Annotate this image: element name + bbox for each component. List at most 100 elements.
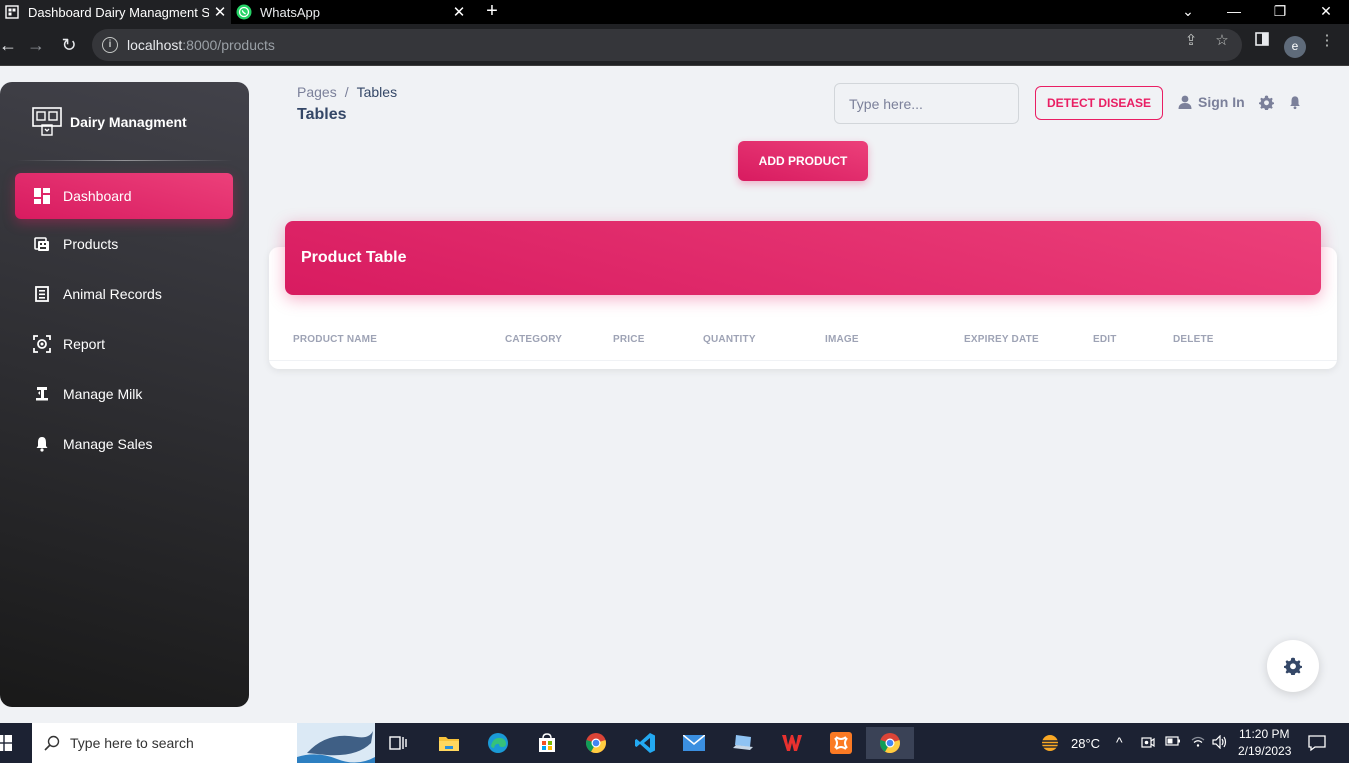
clock-time[interactable]: 11:20 PM — [1239, 727, 1289, 741]
breadcrumb-root[interactable]: Pages — [297, 84, 337, 100]
windows-taskbar: Type here to search 28°C ^ 11:20 PM 2/19… — [0, 723, 1349, 763]
chevron-up-icon[interactable]: ^ — [1116, 734, 1123, 750]
dashboard-icon — [31, 185, 53, 207]
notification-center-icon[interactable] — [1308, 734, 1326, 755]
windows-start-icon[interactable] — [0, 727, 20, 759]
column-header-image: IMAGE — [825, 334, 859, 345]
clock-date[interactable]: 2/19/2023 — [1238, 744, 1291, 758]
restore-icon[interactable]: ❐ — [1257, 0, 1303, 24]
window-close-icon[interactable]: ✕ — [1303, 0, 1349, 24]
column-header-product-name: PRODUCT NAME — [293, 334, 378, 345]
bell-icon — [31, 433, 53, 455]
settings-gear-icon — [1284, 657, 1302, 675]
chrome-icon[interactable] — [576, 727, 616, 759]
laptop-app-icon[interactable] — [723, 727, 763, 759]
product-table-title: Product Table — [301, 249, 407, 266]
xampp-icon[interactable] — [821, 727, 861, 759]
mail-icon[interactable] — [674, 727, 714, 759]
sidebar-item-products[interactable]: Products — [15, 221, 233, 267]
task-view-icon[interactable] — [378, 727, 418, 759]
weather-sun-icon[interactable] — [1030, 727, 1070, 759]
notifications-bell-icon[interactable] — [1287, 94, 1303, 110]
wps-office-icon[interactable] — [772, 727, 812, 759]
sidebar-item-label: Dashboard — [63, 188, 132, 204]
profile-avatar[interactable]: e — [1284, 36, 1306, 58]
sidebar-item-manage-milk[interactable]: Manage Milk — [15, 371, 233, 417]
search-icon — [44, 735, 60, 751]
whale-search-highlight-icon — [297, 723, 375, 763]
sidebar-item-manage-sales[interactable]: Manage Sales — [15, 421, 233, 467]
brand[interactable]: Dairy Managment — [32, 107, 187, 137]
settings-gear-icon[interactable] — [1258, 94, 1274, 110]
browser-tab-dashboard[interactable]: Dashboard Dairy Managment Sys ✕ — [0, 0, 231, 24]
table-header-divider — [269, 360, 1337, 361]
forward-arrow-icon[interactable]: → — [24, 33, 48, 57]
meet-now-icon[interactable] — [1141, 735, 1155, 752]
configurator-button[interactable] — [1267, 640, 1319, 692]
report-icon — [31, 333, 53, 355]
sidebar-item-label: Products — [63, 236, 119, 252]
products-icon — [31, 233, 53, 255]
back-arrow-icon[interactable]: ← — [0, 33, 20, 57]
records-icon — [31, 283, 53, 305]
url-text: localhost:8000/products — [127, 37, 275, 53]
column-header-quantity: QUANTITY — [703, 334, 756, 345]
taskbar-search-placeholder: Type here to search — [70, 735, 194, 751]
column-header-edit: EDIT — [1093, 334, 1117, 345]
product-table-header: Product Table — [285, 221, 1321, 295]
sidebar-item-label: Manage Sales — [63, 436, 153, 452]
volume-icon[interactable] — [1212, 734, 1228, 752]
milk-icon — [31, 383, 53, 405]
column-header-price: PRICE — [613, 334, 645, 345]
file-explorer-icon[interactable] — [429, 727, 469, 759]
sidebar-item-animal-records[interactable]: Animal Records — [15, 271, 233, 317]
close-icon[interactable]: ✕ — [448, 3, 470, 21]
microsoft-store-icon[interactable] — [527, 727, 567, 759]
sign-in-label: Sign In — [1198, 94, 1245, 110]
browser-tab-bar: Dashboard Dairy Managment Sys ✕ WhatsApp… — [0, 0, 1349, 24]
breadcrumb: Pages / Tables — [297, 84, 397, 100]
sidebar-item-dashboard[interactable]: Dashboard — [15, 173, 233, 219]
share-icon[interactable]: ⇪ — [1182, 32, 1200, 50]
minimize-icon[interactable]: — — [1211, 0, 1257, 24]
column-header-category: CATEGORY — [505, 334, 563, 345]
browser-tab-title: WhatsApp — [260, 4, 320, 20]
whatsapp-icon — [236, 4, 252, 20]
app-favicon-icon — [4, 4, 20, 20]
vscode-icon[interactable] — [625, 727, 665, 759]
breadcrumb-separator: / — [344, 84, 349, 100]
column-header-expiry-date: EXPIREY DATE — [964, 334, 1039, 345]
sidebar-item-report[interactable]: Report — [15, 321, 233, 367]
site-info-icon[interactable]: i — [102, 37, 118, 53]
wifi-icon[interactable] — [1191, 735, 1205, 750]
sign-in-link[interactable]: Sign In — [1178, 94, 1245, 110]
close-icon[interactable]: ✕ — [209, 3, 231, 21]
browser-tab-title: Dashboard Dairy Managment Sys — [28, 4, 209, 20]
bookmark-star-icon[interactable]: ☆ — [1213, 32, 1231, 50]
breadcrumb-current: Tables — [356, 84, 398, 100]
side-panel-icon[interactable] — [1253, 32, 1271, 50]
chrome-active-icon[interactable] — [866, 727, 914, 759]
tab-search-icon[interactable]: ⌄ — [1165, 0, 1211, 24]
reload-icon[interactable]: ↻ — [57, 33, 81, 57]
dairy-logo-icon — [32, 107, 62, 136]
taskbar-search-field[interactable]: Type here to search — [32, 723, 375, 763]
brand-name: Dairy Managment — [70, 114, 187, 130]
url-field[interactable]: i localhost:8000/products — [92, 29, 1242, 61]
page-title: Tables — [297, 106, 347, 123]
add-product-button[interactable]: ADD PRODUCT — [738, 141, 868, 181]
new-tab-button[interactable]: + — [480, 0, 504, 24]
weather-temperature[interactable]: 28°C — [1071, 736, 1100, 751]
menu-dots-icon[interactable]: ⋮ — [1318, 32, 1336, 50]
battery-icon[interactable] — [1165, 735, 1181, 750]
sidebar: Dairy Managment Dashboard Products Anima… — [0, 82, 249, 707]
column-header-delete: DELETE — [1173, 334, 1214, 345]
sidebar-item-label: Manage Milk — [63, 386, 143, 402]
browser-tab-whatsapp[interactable]: WhatsApp ✕ — [232, 0, 470, 24]
search-input[interactable] — [834, 83, 1019, 124]
address-bar: ← → ↻ i localhost:8000/products ⇪ ☆ e ⋮ — [0, 24, 1349, 66]
sidebar-divider — [16, 160, 233, 161]
detect-disease-button[interactable]: DETECT DISEASE — [1035, 86, 1163, 120]
sidebar-item-label: Report — [63, 336, 106, 352]
edge-browser-icon[interactable] — [478, 727, 518, 759]
